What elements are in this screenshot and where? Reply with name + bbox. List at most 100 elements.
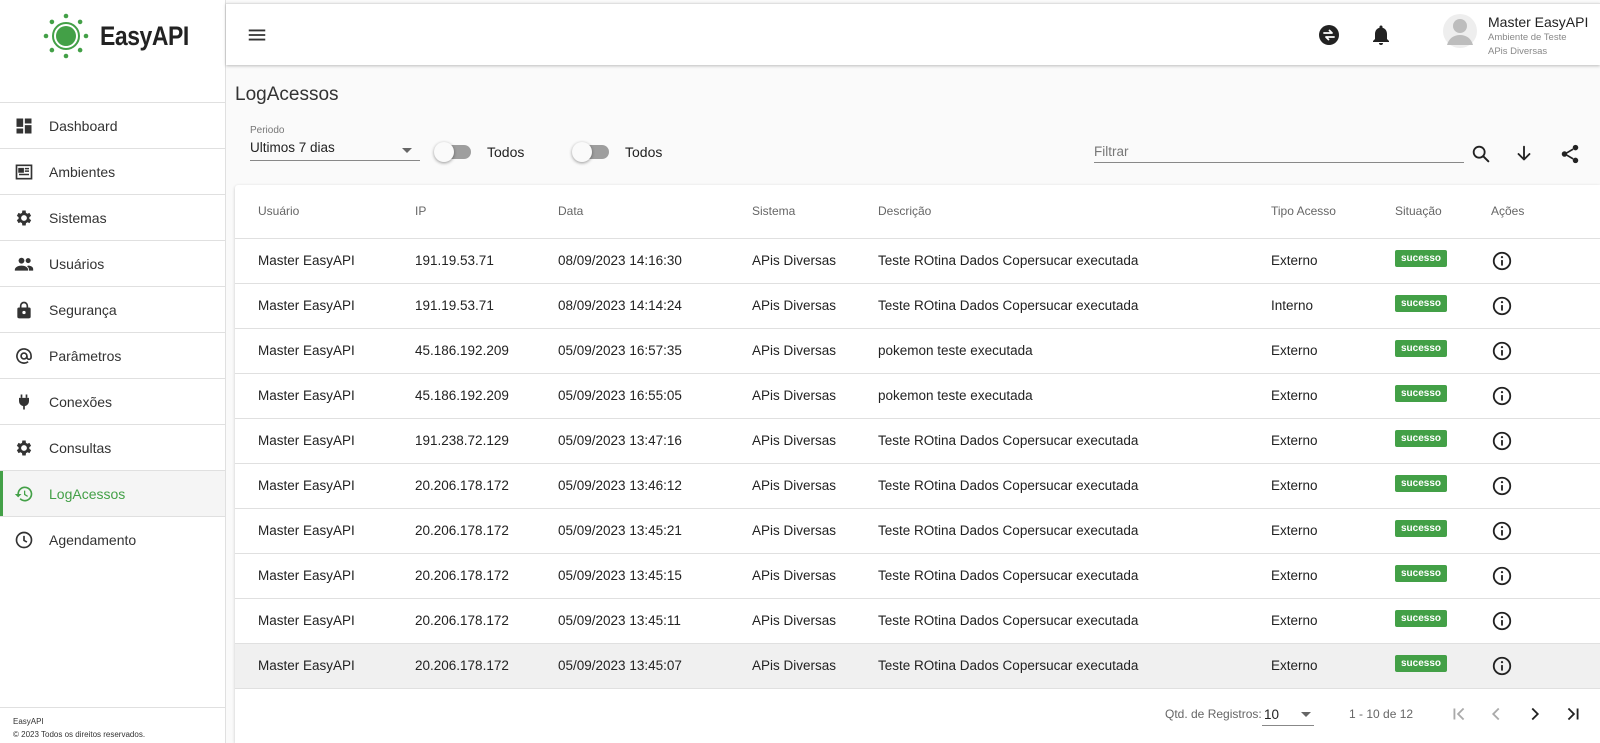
cell-usuario: Master EasyAPI: [235, 238, 415, 284]
table-row[interactable]: Master EasyAPI 191.19.53.71 08/09/2023 14:…: [235, 283, 1600, 329]
col-header-data[interactable]: Data: [558, 185, 752, 239]
cell-data: 05/09/2023 13:47:16: [558, 418, 752, 464]
cell-ip: 191.238.72.129: [415, 418, 558, 464]
cell-tipo-acesso: Interno: [1271, 283, 1395, 329]
info-icon[interactable]: [1491, 250, 1513, 272]
toggle-track: [572, 142, 609, 162]
user-avatar[interactable]: [1443, 14, 1477, 48]
first-page-icon[interactable]: [1448, 703, 1470, 725]
cell-tipo-acesso: Externo: [1271, 553, 1395, 599]
info-icon[interactable]: [1491, 340, 1513, 362]
cell-data: 05/09/2023 13:45:07: [558, 643, 752, 689]
cell-sistema: APis Diversas: [752, 553, 878, 599]
plug-icon: [13, 391, 35, 413]
toggle-thumb: [572, 142, 592, 162]
sidebar-item-dashboard[interactable]: Dashboard: [0, 103, 225, 149]
info-icon[interactable]: [1491, 610, 1513, 632]
caret-down-icon: [1301, 712, 1311, 717]
previous-page-icon[interactable]: [1485, 703, 1507, 725]
toggle-thumb: [434, 142, 454, 162]
col-header-descricao[interactable]: Descrição: [878, 185, 1271, 239]
gear-icon: [13, 437, 35, 459]
sidebar-item-usuarios[interactable]: Usuários: [0, 241, 225, 287]
cell-ip: 20.206.178.172: [415, 598, 558, 644]
toggle-todos-2[interactable]: Todos: [572, 142, 662, 162]
table-row[interactable]: Master EasyAPI 20.206.178.172 05/09/2023 1…: [235, 643, 1600, 689]
table-row[interactable]: Master EasyAPI 20.206.178.172 05/09/2023 1…: [235, 508, 1600, 554]
cell-acoes: [1491, 283, 1600, 329]
hamburger-menu-icon[interactable]: [246, 24, 268, 46]
cell-acoes: [1491, 373, 1600, 419]
cell-ip: 45.186.192.209: [415, 373, 558, 419]
col-header-sistema[interactable]: Sistema: [752, 185, 878, 239]
info-icon[interactable]: [1491, 385, 1513, 407]
status-badge: sucesso: [1395, 429, 1448, 447]
table-row[interactable]: Master EasyAPI 20.206.178.172 05/09/2023 1…: [235, 598, 1600, 644]
sidebar-item-consultas[interactable]: Consultas: [0, 425, 225, 471]
sidebar-item-conexoes[interactable]: Conexões: [0, 379, 225, 425]
filter-input[interactable]: [1094, 141, 1464, 163]
status-badge: sucesso: [1395, 519, 1448, 537]
at-sign-icon: [13, 345, 35, 367]
sidebar-item-sistemas[interactable]: Sistemas: [0, 195, 225, 241]
status-badge: sucesso: [1395, 294, 1448, 312]
col-header-tipo-acesso[interactable]: Tipo Acesso: [1271, 185, 1395, 239]
info-icon[interactable]: [1491, 520, 1513, 542]
cell-descricao: Teste ROtina Dados Copersucar executada: [878, 463, 1271, 509]
cell-sistema: APis Diversas: [752, 418, 878, 464]
period-select[interactable]: Periodo Ultimos 7 dias: [250, 125, 420, 161]
cell-sistema: APis Diversas: [752, 238, 878, 284]
cell-acoes: [1491, 238, 1600, 284]
sidebar-item-label: Consultas: [49, 439, 112, 456]
last-page-icon[interactable]: [1562, 703, 1584, 725]
share-icon[interactable]: [1559, 143, 1581, 165]
logo[interactable]: EasyAPI: [42, 12, 205, 60]
status-badge: sucesso: [1395, 384, 1448, 402]
sidebar-item-ambientes[interactable]: Ambientes: [0, 149, 225, 195]
info-icon[interactable]: [1491, 655, 1513, 677]
history-icon: [13, 483, 35, 505]
sidebar-item-label: Segurança: [49, 301, 117, 318]
search-icon[interactable]: [1470, 143, 1492, 165]
sidebar-item-parametros[interactable]: Parâmetros: [0, 333, 225, 379]
col-header-situacao[interactable]: Situação: [1395, 185, 1491, 239]
info-icon[interactable]: [1491, 565, 1513, 587]
cell-sistema: APis Diversas: [752, 328, 878, 374]
cell-data: 05/09/2023 13:45:11: [558, 598, 752, 644]
cell-acoes: [1491, 463, 1600, 509]
sidebar-item-label: Parâmetros: [49, 347, 122, 364]
table-row[interactable]: Master EasyAPI 20.206.178.172 05/09/2023 1…: [235, 553, 1600, 599]
sidebar-item-seguranca[interactable]: Segurança: [0, 287, 225, 333]
info-icon[interactable]: [1491, 295, 1513, 317]
toggle-label: Todos: [487, 144, 525, 160]
sidebar-item-logacessos[interactable]: LogAcessos: [0, 471, 225, 517]
next-page-icon[interactable]: [1524, 703, 1546, 725]
info-icon[interactable]: [1491, 430, 1513, 452]
cell-tipo-acesso: Externo: [1271, 598, 1395, 644]
cell-sistema: APis Diversas: [752, 283, 878, 329]
cell-situacao: sucesso: [1395, 373, 1491, 419]
info-icon[interactable]: [1491, 475, 1513, 497]
table-row[interactable]: Master EasyAPI 45.186.192.209 05/09/2023 1…: [235, 373, 1600, 419]
cell-tipo-acesso: Externo: [1271, 373, 1395, 419]
col-header-usuario[interactable]: Usuário: [235, 185, 415, 239]
cell-descricao: Teste ROtina Dados Copersucar executada: [878, 508, 1271, 554]
table-row[interactable]: Master EasyAPI 20.206.178.172 05/09/2023 1…: [235, 463, 1600, 509]
col-header-ip[interactable]: IP: [415, 185, 558, 239]
table-row[interactable]: Master EasyAPI 45.186.192.209 05/09/2023 1…: [235, 328, 1600, 374]
toggle-todos-1[interactable]: Todos: [434, 142, 525, 162]
user-info[interactable]: Master EasyAPI Ambiente de Teste APis Di…: [1488, 14, 1588, 57]
notifications-bell-icon[interactable]: [1369, 23, 1393, 47]
cell-tipo-acesso: Externo: [1271, 508, 1395, 554]
cell-situacao: sucesso: [1395, 553, 1491, 599]
download-arrow-icon[interactable]: [1513, 143, 1535, 165]
switch-environment-icon[interactable]: [1317, 23, 1341, 47]
table-row[interactable]: Master EasyAPI 191.19.53.71 08/09/2023 14:…: [235, 238, 1600, 284]
page-size-select[interactable]: 10: [1262, 700, 1314, 726]
table-row[interactable]: Master EasyAPI 191.238.72.129 05/09/2023 1…: [235, 418, 1600, 464]
sidebar-item-agendamento[interactable]: Agendamento: [0, 517, 225, 563]
sidebar-item-label: Conexões: [49, 393, 113, 410]
caret-down-icon: [402, 148, 412, 153]
cell-usuario: Master EasyAPI: [235, 508, 415, 554]
cell-acoes: [1491, 553, 1600, 599]
